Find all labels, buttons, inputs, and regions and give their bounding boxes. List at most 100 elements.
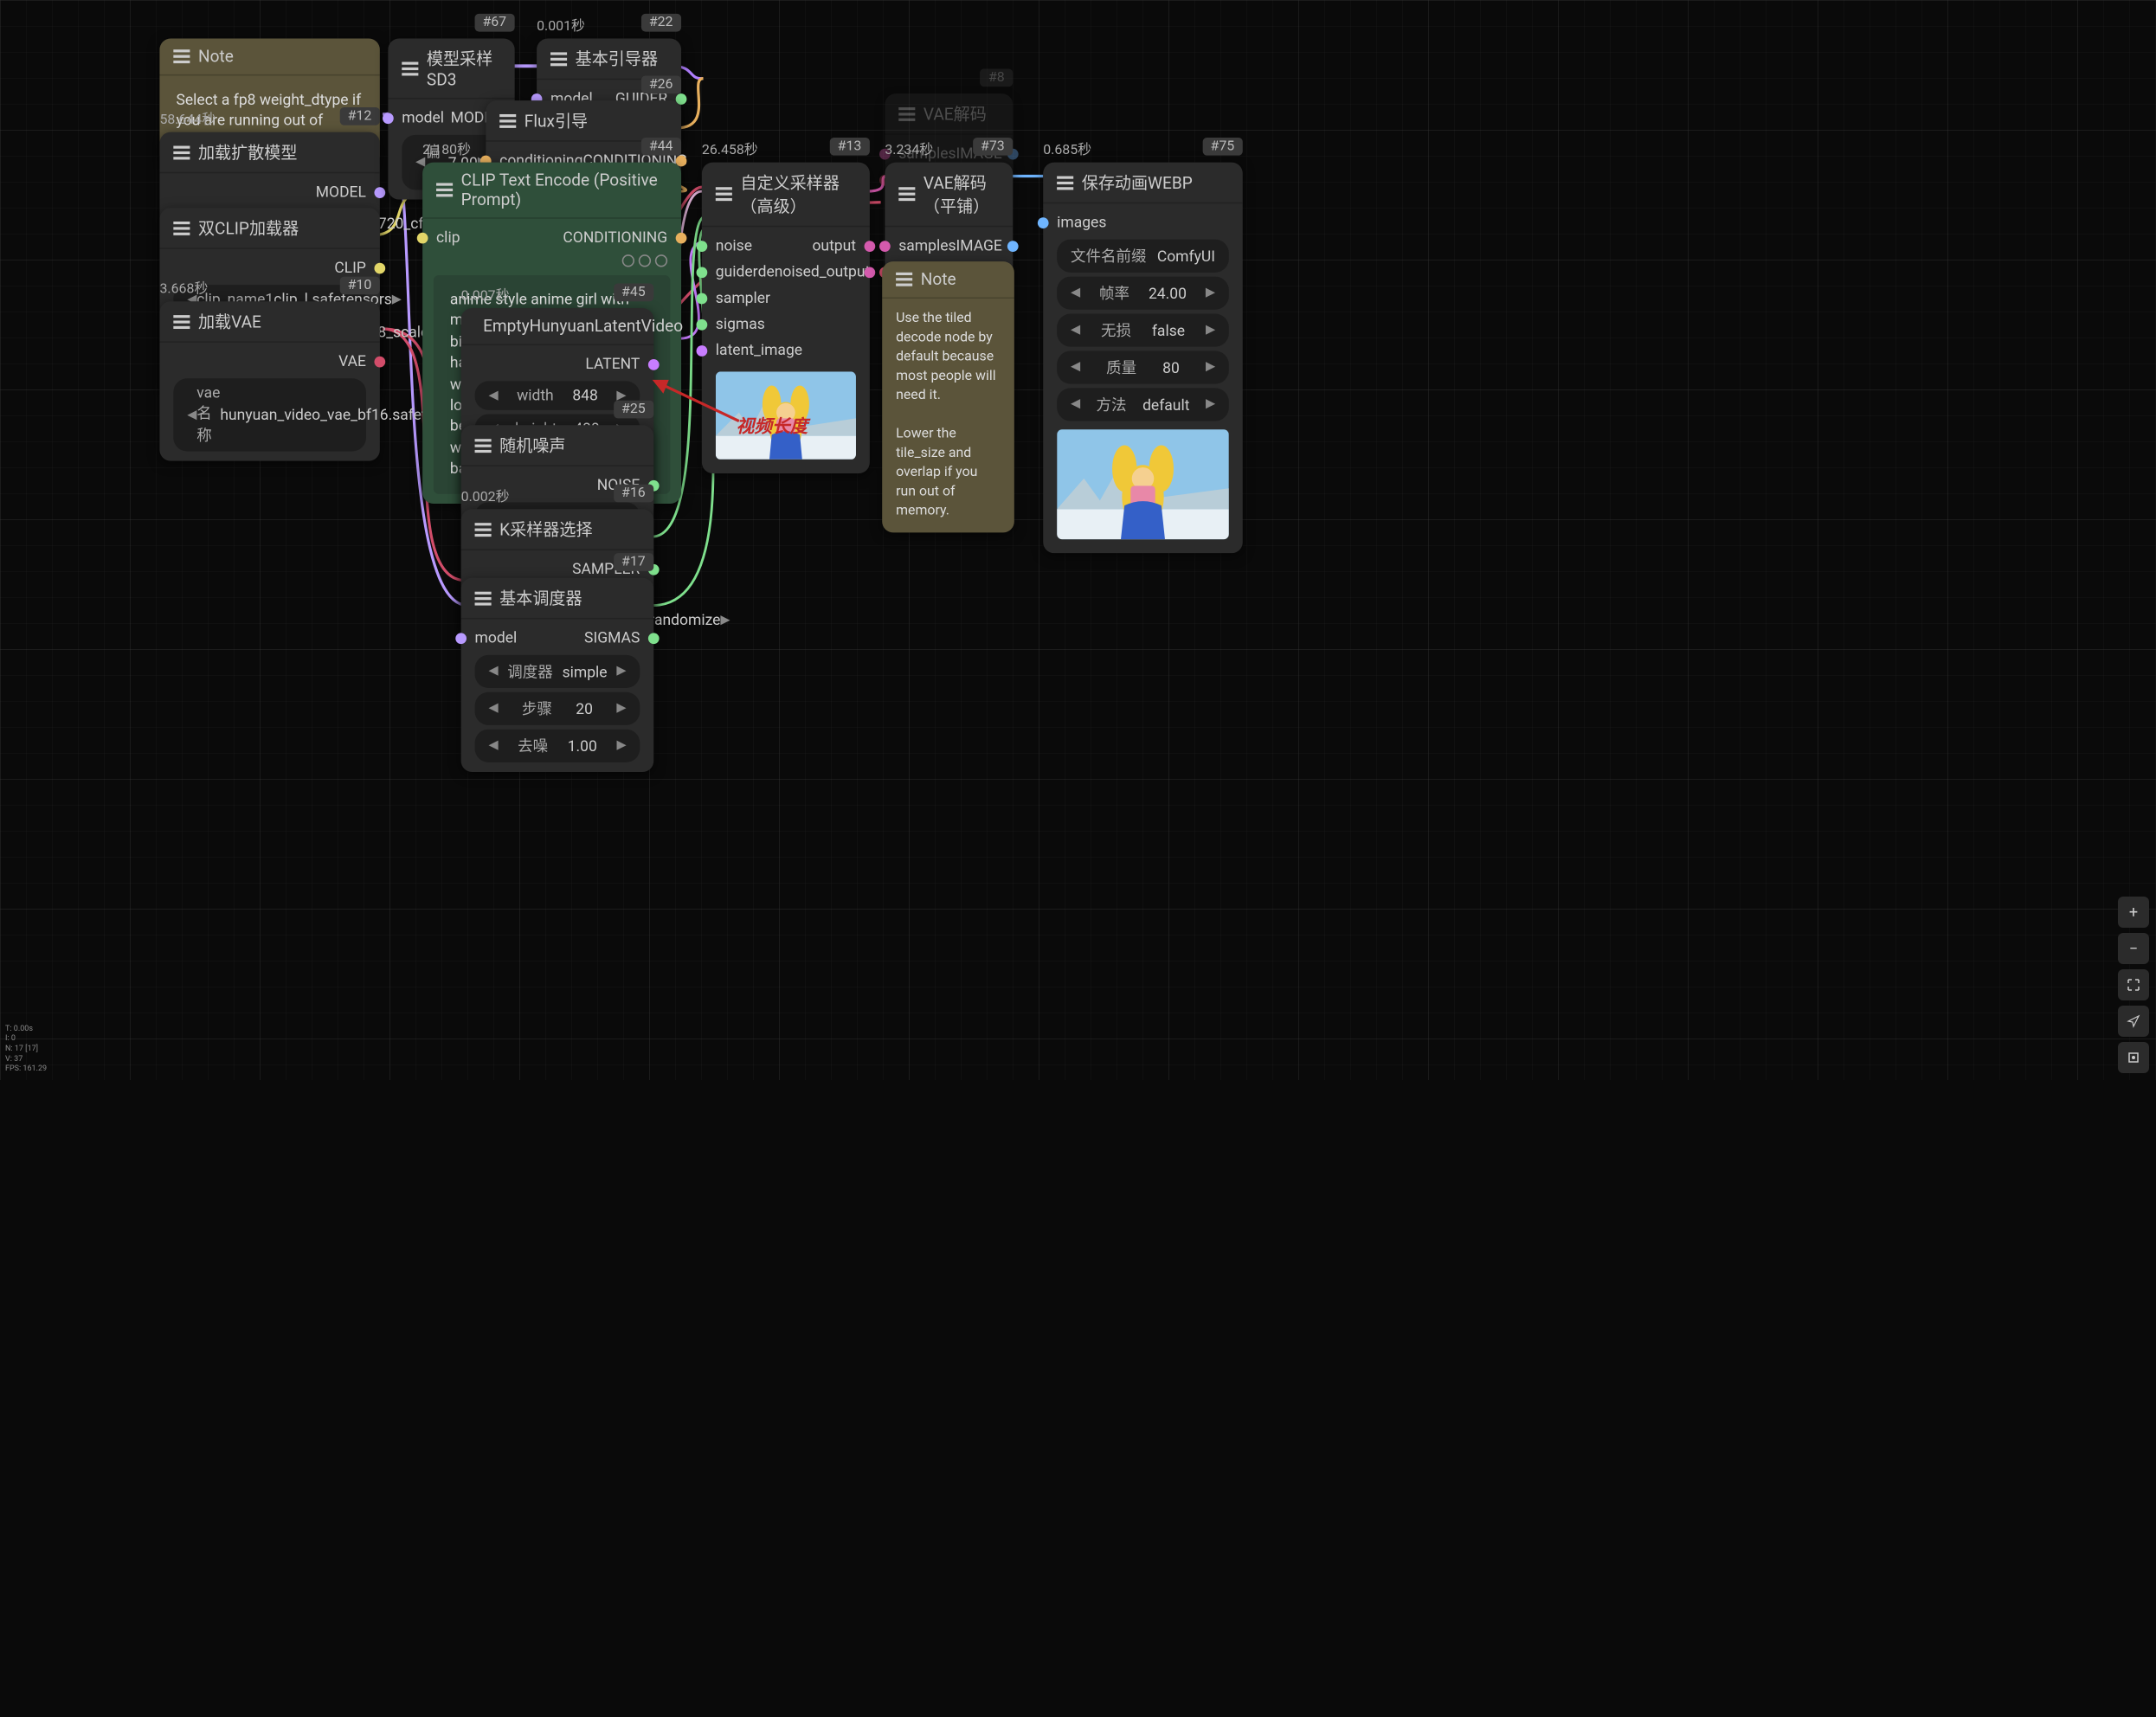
input-sigmas[interactable]: sigmas [702,311,870,337]
node-id-badge: #13 [829,138,870,156]
node-id-badge: #44 [640,138,681,156]
node-title: Note [198,47,366,66]
node-title: Flux引导 [525,109,667,132]
node-title: 加载扩散模型 [198,140,366,164]
drag-icon [898,187,915,201]
node-header[interactable]: VAE解码（平铺） [885,163,1013,228]
node-title: VAE解码 [924,102,999,125]
node-id-badge: #75 [1202,138,1243,156]
node-header[interactable]: 加载VAE [159,301,379,343]
node-header[interactable]: 基本引导器 [537,39,681,80]
drag-icon [499,113,516,127]
input-sampler[interactable]: sampler [702,285,870,311]
output-model[interactable]: MODEL [159,179,379,205]
exec-time: 3.668秒 [159,277,208,298]
widget-scheduler[interactable]: ◀调度器simple▶ [475,655,640,688]
node-header[interactable]: 模型采样SD3 [388,39,514,100]
io-clip-conditioning[interactable]: clipCONDITIONING [422,224,681,250]
drag-icon [475,591,492,605]
drag-icon [173,49,190,63]
node-header[interactable]: Note [882,261,1014,299]
node-header[interactable]: VAE解码 [885,93,1013,135]
drag-icon [402,61,418,75]
drag-icon [898,106,915,120]
node-id-badge: #12 [339,107,380,125]
drag-icon [475,522,492,536]
exec-time: 26.458秒 [702,138,758,158]
drag-icon [436,183,453,196]
note-tiled-decode[interactable]: Note Use the tiled decode node by defaul… [882,261,1014,532]
node-id-badge: #73 [972,138,1013,156]
exec-time: 2.180秒 [422,138,471,158]
node-title: 保存动画WEBP [1082,170,1229,194]
output-latent[interactable]: LATENT [461,350,654,376]
input-latent-image[interactable]: latent_image [702,338,870,363]
node-id-badge: #16 [613,485,653,503]
node-title: 模型采样SD3 [427,47,501,89]
drag-icon [173,221,190,235]
io-samples-image[interactable]: samplesIMAGE [885,233,1013,259]
node-header[interactable]: 自定义采样器（高级） [702,163,870,228]
stats-overlay: T: 0.00s I: 0 N: 17 [17] V: 37 FPS: 161.… [5,1025,47,1075]
node-basic-scheduler[interactable]: #17 基本调度器 modelSIGMAS ◀调度器simple▶ ◀步骤20▶… [461,578,654,772]
node-id-badge: #22 [640,14,681,32]
drag-icon [173,145,190,159]
zoom-out-button[interactable]: − [2118,933,2149,964]
widget-lossless[interactable]: ◀无损false▶ [1057,314,1229,347]
node-id-badge: #25 [613,401,653,419]
node-header[interactable]: Flux引导 [486,100,681,142]
exec-time: 0.685秒 [1043,138,1091,158]
note-body: Use the tiled decode node by default bec… [882,299,1014,532]
pin-icon [639,254,651,267]
zoom-in-button[interactable]: + [2118,897,2149,928]
node-save-animated-webp[interactable]: 0.685秒 #75 保存动画WEBP images 文件名前缀ComfyUI … [1043,163,1243,554]
focus-button[interactable] [2118,1042,2149,1073]
node-id-badge: #17 [613,553,653,571]
node-header[interactable]: 随机噪声 [461,425,654,466]
input-images[interactable]: images [1043,209,1243,235]
node-id-badge: #8 [980,69,1013,87]
node-header[interactable]: 加载扩散模型 [159,132,379,174]
annotation-arrow [649,376,745,431]
drag-icon [475,438,492,452]
widget-fps[interactable]: ◀帧率24.00▶ [1057,277,1229,310]
node-header[interactable]: CLIP Text Encode (Positive Prompt) [422,163,681,219]
widget-method[interactable]: ◀方法default▶ [1057,388,1229,421]
io-noise-output[interactable]: noiseoutput [702,233,870,259]
widget-vae-name[interactable]: ◀vae名称hunyuan_video_vae_bf16.safetensors… [173,378,366,451]
node-header[interactable]: 双CLIP加载器 [159,208,379,249]
drag-icon [896,273,912,286]
more-icon [655,254,667,267]
node-id-badge: #10 [339,277,380,295]
node-icons [422,250,681,271]
exec-time: 3.234秒 [885,138,933,158]
locate-button[interactable] [2118,1006,2149,1037]
fit-view-button[interactable] [2118,969,2149,1000]
drag-icon [1057,176,1073,190]
node-header[interactable]: 保存动画WEBP [1043,163,1243,204]
annotation-label: 视频长度 [737,411,808,437]
node-header[interactable]: EmptyHunyuanLatentVideo [461,308,654,345]
widget-quality[interactable]: ◀质量80▶ [1057,350,1229,383]
node-title: 加载VAE [198,310,366,333]
node-header[interactable]: 基本调度器 [461,578,654,620]
output-vae[interactable]: VAE [159,348,379,374]
widget-filename-prefix[interactable]: 文件名前缀ComfyUI [1057,240,1229,273]
node-id-badge: #26 [640,75,681,93]
collapse-icon [622,254,634,267]
node-title: 随机噪声 [499,434,640,457]
widget-denoise[interactable]: ◀去噪1.00▶ [475,730,640,762]
io-model-sigmas[interactable]: modelSIGMAS [461,625,654,651]
node-header[interactable]: Note [159,39,379,76]
node-title: Note [921,270,1001,289]
node-id-badge: #45 [613,284,653,302]
drag-icon [173,314,190,328]
node-header[interactable]: K采样器选择 [461,509,654,550]
io-guider-denoised[interactable]: guiderdenoised_output [702,259,870,285]
exec-time: 0.002秒 [461,485,510,505]
drag-icon [716,187,732,201]
widget-steps[interactable]: ◀步骤20▶ [475,692,640,725]
node-load-vae[interactable]: 3.668秒 #10 加载VAE VAE ◀vae名称hunyuan_video… [159,301,379,460]
exec-time: 0.001秒 [537,14,585,35]
node-title: 基本调度器 [499,586,640,609]
